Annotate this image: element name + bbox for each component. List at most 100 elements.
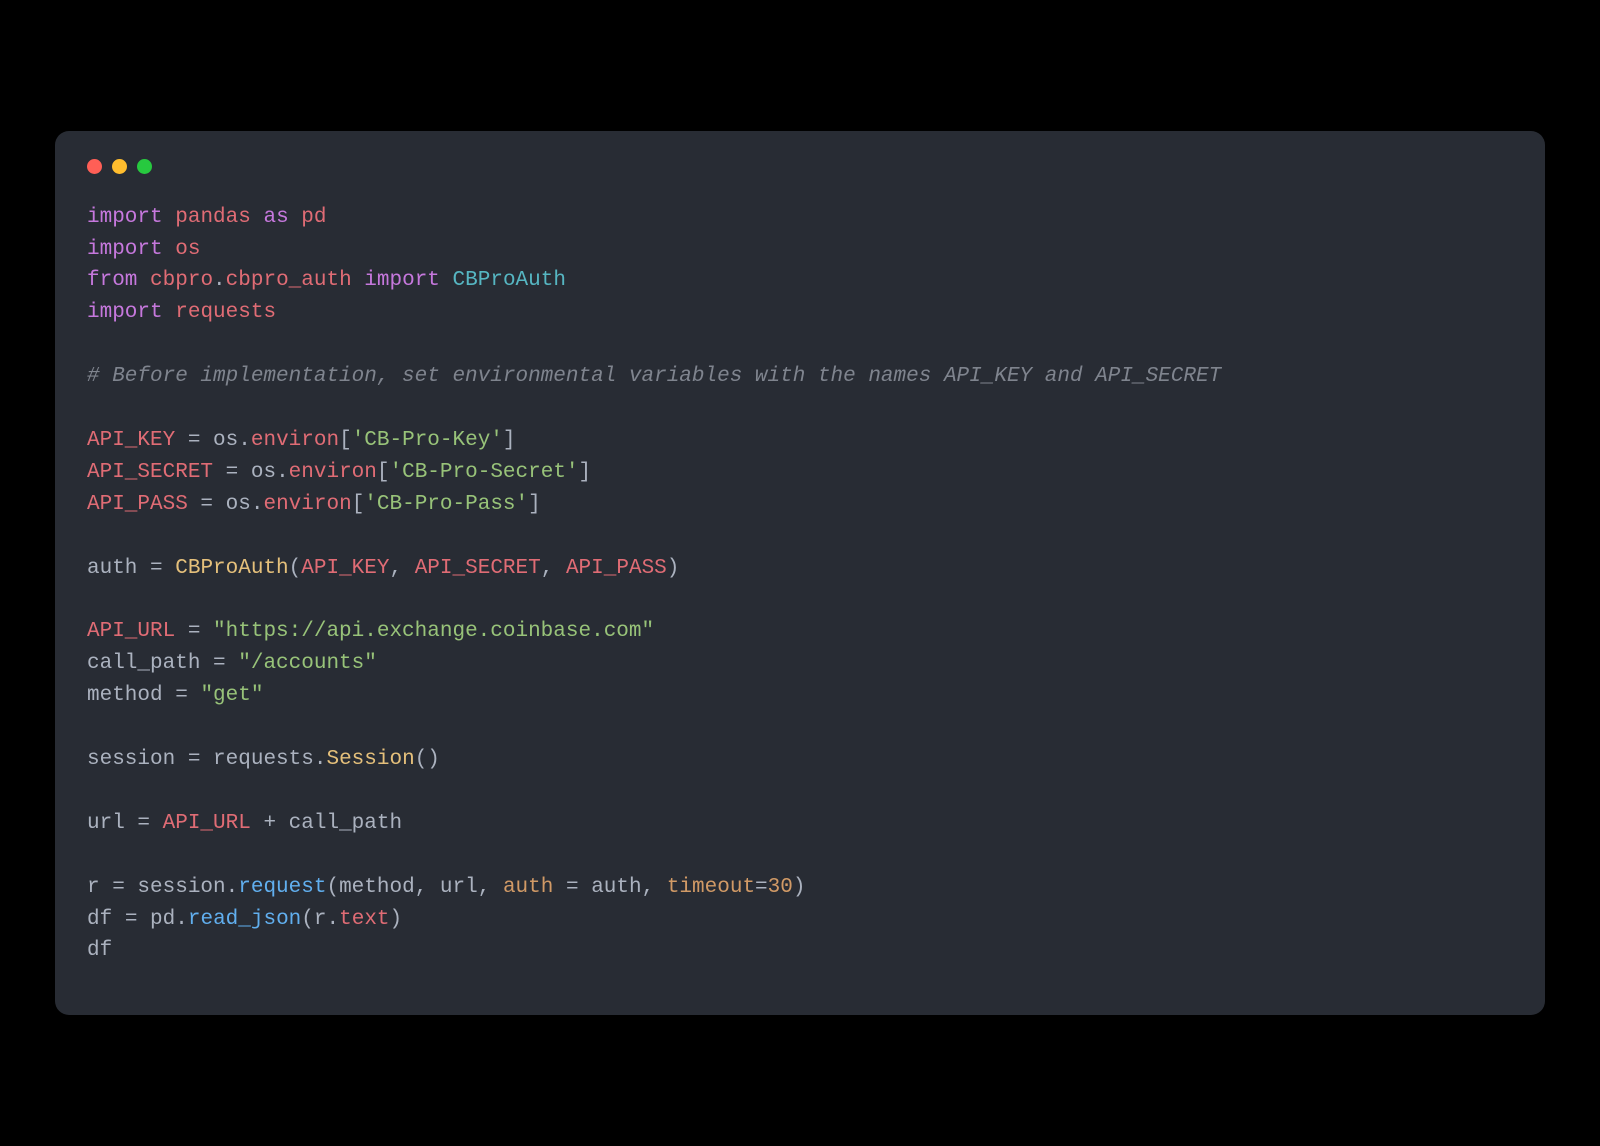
keyword-import: import [87, 301, 163, 324]
close-icon[interactable] [87, 159, 102, 174]
attribute: environ [251, 429, 339, 452]
dot: . [276, 461, 289, 484]
assign: = [175, 620, 213, 643]
arg: r [314, 908, 327, 931]
variable: df [87, 908, 112, 931]
keyword-as: as [263, 206, 288, 229]
code-line: API_PASS = os.environ['CB-Pro-Pass'] [87, 493, 541, 516]
code-line: call_path = "/accounts" [87, 652, 377, 675]
assign: = [175, 429, 213, 452]
comma: , [478, 876, 503, 899]
variable: df [87, 939, 112, 962]
bracket-close: ] [579, 461, 592, 484]
ref: API_URL [163, 812, 251, 835]
paren-open: ( [326, 876, 339, 899]
module-name: requests [175, 301, 276, 324]
kwarg-name: timeout [667, 876, 755, 899]
comma: , [541, 557, 566, 580]
dot: . [238, 429, 251, 452]
dot: . [226, 876, 239, 899]
variable: url [87, 812, 125, 835]
assign: = [553, 876, 591, 899]
assign: = [163, 684, 201, 707]
code-line: import pandas as pd [87, 206, 327, 229]
dot: . [251, 493, 264, 516]
string: "https://api.exchange.coinbase.com" [213, 620, 654, 643]
string: "/accounts" [238, 652, 377, 675]
method-call: read_json [188, 908, 301, 931]
string: 'CB-Pro-Secret' [390, 461, 579, 484]
object: pd [150, 908, 175, 931]
attribute: environ [263, 493, 351, 516]
ref: call_path [289, 812, 402, 835]
variable: API_KEY [87, 429, 175, 452]
attribute: text [339, 908, 389, 931]
assign: = [175, 748, 213, 771]
assign: = [755, 876, 768, 899]
dot: . [175, 908, 188, 931]
assign: = [137, 557, 175, 580]
code-window: import pandas as pd import os from cbpro… [55, 131, 1545, 1016]
method-call: request [238, 876, 326, 899]
code-line: API_URL = "https://api.exchange.coinbase… [87, 620, 654, 643]
comma: , [389, 557, 414, 580]
paren-close: ) [390, 908, 403, 931]
paren-open: ( [415, 748, 428, 771]
code-line: session = requests.Session() [87, 748, 440, 771]
package: cbpro [150, 269, 213, 292]
zoom-icon[interactable] [137, 159, 152, 174]
arg: method [339, 876, 415, 899]
code-line: r = session.request(method, url, auth = … [87, 876, 805, 899]
comma: , [415, 876, 440, 899]
assign: = [188, 493, 226, 516]
arg: url [440, 876, 478, 899]
kwarg-name: auth [503, 876, 553, 899]
alias: pd [301, 206, 326, 229]
keyword-from: from [87, 269, 137, 292]
bracket-open: [ [352, 493, 365, 516]
arg: API_PASS [566, 557, 667, 580]
code-line: df [87, 939, 112, 962]
plus-op: + [251, 812, 289, 835]
comment: # Before implementation, set environment… [87, 365, 1221, 388]
bracket-open: [ [377, 461, 390, 484]
string: 'CB-Pro-Key' [352, 429, 503, 452]
variable: API_PASS [87, 493, 188, 516]
class-call: CBProAuth [175, 557, 288, 580]
code-line: auth = CBProAuth(API_KEY, API_SECRET, AP… [87, 557, 679, 580]
bracket-close: ] [528, 493, 541, 516]
variable: call_path [87, 652, 200, 675]
keyword-import: import [87, 238, 163, 261]
paren-close: ) [427, 748, 440, 771]
code-line: # Before implementation, set environment… [87, 365, 1221, 388]
code-line: import requests [87, 301, 276, 324]
variable: method [87, 684, 163, 707]
variable: r [87, 876, 100, 899]
number: 30 [768, 876, 793, 899]
submodule: cbpro_auth [226, 269, 352, 292]
minimize-icon[interactable] [112, 159, 127, 174]
object: requests [213, 748, 314, 771]
code-line: import os [87, 238, 200, 261]
attribute: environ [289, 461, 377, 484]
code-line: method = "get" [87, 684, 263, 707]
object: session [137, 876, 225, 899]
variable: auth [87, 557, 137, 580]
bracket-open: [ [339, 429, 352, 452]
string: "get" [200, 684, 263, 707]
variable: API_URL [87, 620, 175, 643]
variable: session [87, 748, 175, 771]
paren-close: ) [667, 557, 680, 580]
paren-open: ( [289, 557, 302, 580]
dot: . [314, 748, 327, 771]
keyword-import: import [87, 206, 163, 229]
assign: = [125, 812, 163, 835]
code-block: import pandas as pd import os from cbpro… [87, 202, 1513, 968]
keyword-import: import [364, 269, 440, 292]
object: os [226, 493, 251, 516]
variable: API_SECRET [87, 461, 213, 484]
code-line: API_KEY = os.environ['CB-Pro-Key'] [87, 429, 516, 452]
code-line: from cbpro.cbpro_auth import CBProAuth [87, 269, 566, 292]
code-line: API_SECRET = os.environ['CB-Pro-Secret'] [87, 461, 591, 484]
assign: = [112, 908, 150, 931]
